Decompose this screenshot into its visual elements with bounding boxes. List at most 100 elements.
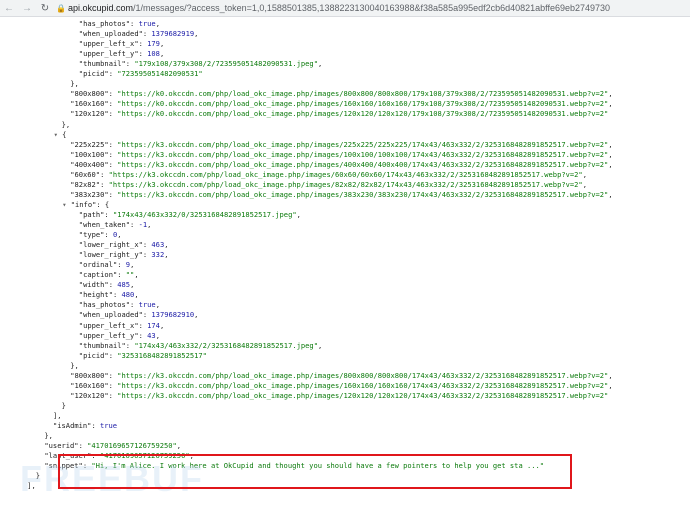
json-line: ▾ "info": { — [62, 200, 109, 210]
json-line: "lower_right_x": 463, — [79, 240, 169, 250]
json-token-str: "https://k3.okccdn.com/php/load_okc_imag… — [117, 189, 609, 199]
json-line: "path": "174x43/463x332/0/32531684828918… — [79, 210, 301, 220]
json-token-key: "height" — [78, 290, 113, 300]
forward-icon[interactable]: → — [18, 3, 36, 14]
json-token-str: "174x43/463x332/2/3253168482891852517.jp… — [134, 340, 318, 350]
json-token-punc: : — [108, 189, 118, 199]
json-line: }, — [44, 431, 53, 441]
json-token-punc: : — [108, 89, 118, 99]
json-token-key: "400x400" — [70, 159, 109, 169]
json-token-punc: : — [138, 39, 148, 49]
json-token-kw: true — [138, 300, 156, 310]
json-line: "upper_left_x": 179, — [79, 39, 164, 49]
json-token-key: "160x160" — [70, 99, 109, 109]
json-token-key: "path" — [78, 209, 105, 219]
json-token-punc: }, — [61, 119, 71, 129]
json-line: "upper_left_y": 43, — [79, 331, 160, 341]
json-token-num: 179 — [147, 39, 160, 49]
json-token-key: "120x120" — [70, 109, 109, 119]
json-token-punc: { — [62, 129, 67, 139]
json-token-num: 485 — [117, 280, 131, 290]
json-token-punc: , — [130, 280, 135, 290]
json-viewer: "has_photos": true, "when_uploaded": 1379… — [0, 16, 690, 523]
json-token-punc: , — [130, 260, 135, 270]
json-token-punc: , — [194, 310, 199, 320]
json-line: "82x82": "https://k3.okccdn.com/php/load… — [70, 180, 587, 190]
json-token-key: "60x60" — [70, 169, 101, 179]
json-token-punc: : — [117, 270, 126, 280]
back-icon[interactable]: ← — [0, 3, 18, 14]
json-token-punc: , — [194, 29, 199, 39]
json-token-key: "thumbnail" — [78, 59, 126, 69]
json-line: }, — [70, 361, 79, 371]
json-token-key: "100x100" — [70, 149, 109, 159]
json-token-punc: , — [317, 340, 323, 350]
json-token-punc: : — [104, 209, 113, 219]
json-line: "800x800": "https://k0.okccdn.com/php/lo… — [70, 89, 612, 99]
json-line: "60x60": "https://k3.okccdn.com/php/load… — [70, 170, 587, 180]
json-token-punc: : — [108, 380, 118, 390]
json-token-punc: : — [91, 421, 100, 430]
json-token-punc: , — [159, 49, 165, 59]
json-token-str: "174x43/463x332/0/3253168482891852517.jp… — [112, 209, 297, 219]
json-token-str: "https://k3.okccdn.com/php/load_okc_imag… — [117, 380, 609, 390]
json-token-num: 174 — [147, 320, 160, 330]
json-token-num: -1 — [138, 220, 148, 229]
json-line: ▾ { — [54, 130, 67, 140]
json-token-punc: : — [138, 320, 148, 330]
json-line: "type": 0, — [79, 230, 122, 240]
json-token-punc: : — [108, 390, 118, 400]
json-token-punc: : — [78, 441, 88, 451]
json-token-kw: true — [138, 19, 156, 28]
json-token-str: "723595051482090531" — [117, 69, 203, 79]
json-token-punc: : — [108, 109, 118, 119]
json-token-key: "isAdmin" — [53, 421, 92, 430]
json-token-key: "120x120" — [70, 390, 109, 400]
json-token-punc: : — [130, 300, 139, 310]
json-token-key: "lower_right_y" — [78, 250, 143, 260]
json-token-punc: : — [108, 139, 118, 149]
json-token-str: "https://k3.okccdn.com/php/load_okc_imag… — [117, 370, 609, 380]
json-token-key: "has_photos" — [78, 19, 131, 28]
json-token-punc: , — [582, 179, 587, 189]
browser-toolbar: ← → ↻ 🔒 api.okcupid.com/1/messages/?acce… — [0, 0, 690, 17]
collapse-caret-icon[interactable]: ▾ — [54, 130, 63, 139]
json-line: "caption": "", — [79, 270, 139, 280]
json-line: "picid": "723595051482090531" — [79, 69, 203, 79]
json-token-key: "383x230" — [70, 189, 109, 199]
json-token-punc: : — [112, 290, 122, 300]
json-token-key: "when_uploaded" — [78, 310, 143, 320]
json-token-punc: , — [296, 209, 301, 219]
json-token-punc: : — [108, 69, 118, 79]
json-token-punc: }, — [44, 431, 53, 441]
json-line: "160x160": "https://k3.okccdn.com/php/lo… — [70, 381, 612, 391]
json-token-punc: , — [582, 169, 587, 179]
lock-icon[interactable]: 🔒 — [54, 4, 68, 13]
json-token-punc: , — [608, 370, 613, 380]
json-token-key: "info" — [70, 199, 97, 209]
json-token-punc: , — [608, 159, 613, 169]
json-token-num: 480 — [121, 290, 135, 300]
json-token-punc: : — [100, 169, 109, 179]
json-line: "when_uploaded": 1379682910, — [79, 310, 199, 320]
json-line: "width": 485, — [79, 280, 135, 290]
json-token-str: "https://k3.okccdn.com/php/load_okc_imag… — [117, 139, 609, 149]
json-line: "has_photos": true, — [79, 19, 160, 29]
json-token-punc: , — [608, 149, 613, 159]
json-token-key: "picid" — [78, 350, 109, 360]
json-token-punc: , — [608, 380, 613, 390]
json-token-punc: }, — [70, 79, 79, 89]
reload-icon[interactable]: ↻ — [36, 3, 54, 14]
json-token-key: "width" — [78, 280, 109, 290]
json-token-str: "https://k3.okccdn.com/php/load_okc_imag… — [108, 169, 583, 179]
json-token-punc: , — [608, 89, 613, 99]
json-token-num: 43 — [147, 330, 156, 340]
address-bar[interactable]: api.okcupid.com/1/messages/?access_token… — [68, 3, 610, 13]
json-line: "800x800": "https://k3.okccdn.com/php/lo… — [70, 371, 612, 381]
collapse-caret-icon[interactable]: ▾ — [62, 200, 71, 209]
json-token-punc: , — [608, 139, 613, 149]
json-token-key: "userid" — [44, 441, 79, 451]
json-line: "when_uploaded": 1379682919, — [79, 29, 199, 39]
json-token-key: "upper_left_x" — [78, 39, 139, 49]
json-line: "lower_right_y": 332, — [79, 250, 169, 260]
